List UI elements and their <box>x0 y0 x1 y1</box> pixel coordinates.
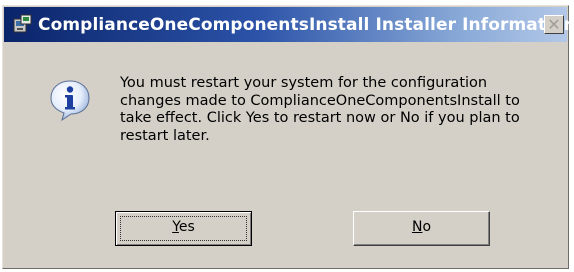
title-bar[interactable]: ComplianceOneComponentsInstall Installer… <box>4 7 574 42</box>
close-button[interactable]: ✕ <box>544 15 564 34</box>
no-button-label: No <box>411 219 432 235</box>
dialog-message: You must restart your system for the con… <box>120 75 520 144</box>
installer-dialog: ComplianceOneComponentsInstall Installer… <box>2 5 574 269</box>
dialog-title: ComplianceOneComponentsInstall Installer… <box>38 15 574 35</box>
yes-button-label: Yes <box>172 219 195 235</box>
installer-app-icon <box>13 14 32 33</box>
no-button[interactable]: No <box>353 211 490 246</box>
info-icon <box>50 80 90 122</box>
yes-button[interactable]: Yes <box>115 211 252 246</box>
